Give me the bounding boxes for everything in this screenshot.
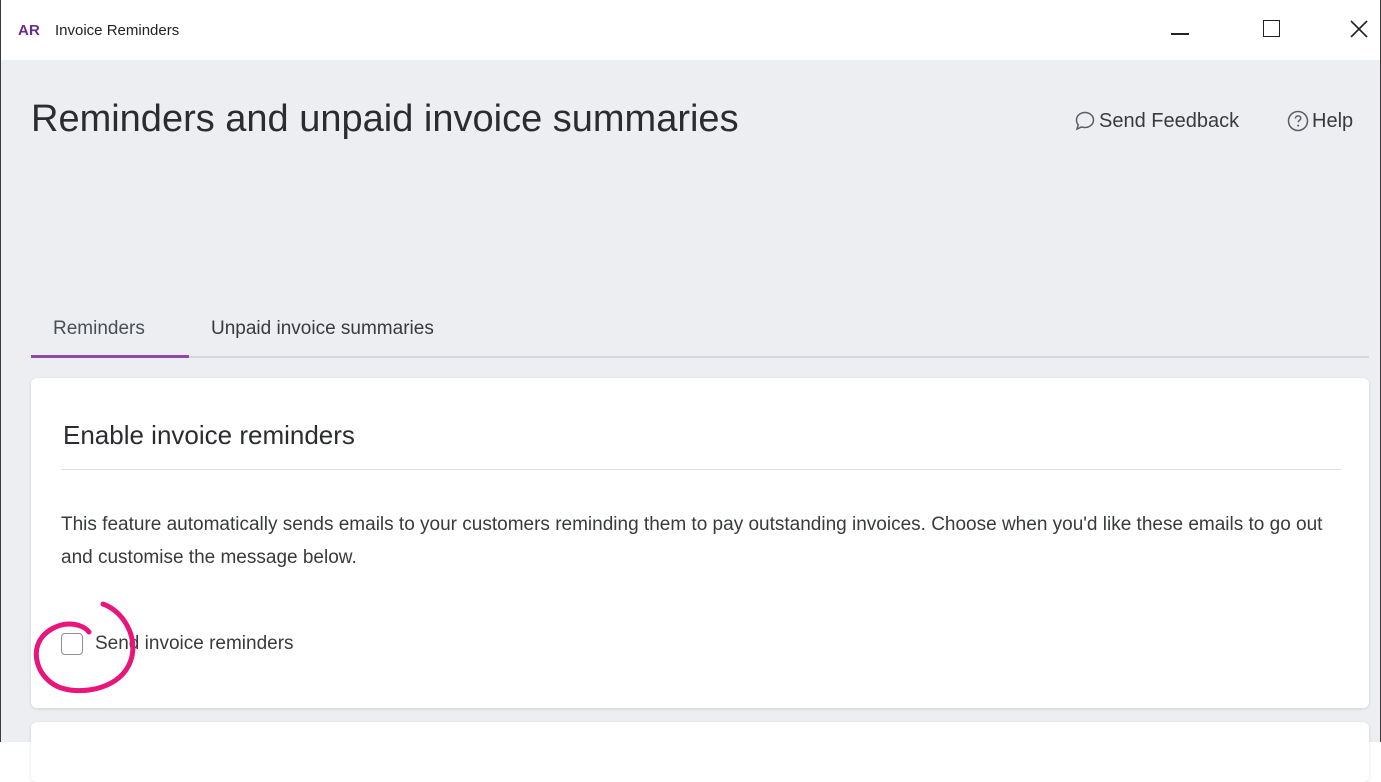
send-reminders-checkbox[interactable] [61, 633, 83, 655]
speech-bubble-icon [1075, 111, 1095, 131]
next-card [31, 722, 1369, 782]
help-link[interactable]: Help [1286, 109, 1353, 133]
send-reminders-label[interactable]: Send invoice reminders [95, 633, 294, 655]
window-title: Invoice Reminders [55, 22, 180, 39]
active-tab-indicator [31, 355, 189, 358]
page-title: Reminders and unpaid invoice summaries [31, 98, 739, 140]
send-feedback-label: Send Feedback [1099, 109, 1240, 132]
tab-unpaid-invoice-summaries[interactable]: Unpaid invoice summaries [211, 318, 434, 340]
send-reminders-option[interactable]: Send invoice reminders [61, 633, 294, 655]
help-label: Help [1312, 109, 1354, 132]
minimize-button[interactable] [1161, 14, 1201, 46]
card-description: This feature automatically sends emails … [61, 514, 1323, 568]
tab-bar-divider [31, 356, 1369, 358]
close-button[interactable] [1339, 14, 1379, 46]
title-bar: AR Invoice Reminders [1, 0, 1380, 60]
card-divider [61, 469, 1341, 470]
tab-bar: Reminders Unpaid invoice summaries [31, 302, 1369, 358]
close-icon [1350, 20, 1368, 38]
send-feedback-link[interactable]: Send Feedback [1073, 109, 1239, 133]
enable-reminders-card: Enable invoice reminders This feature au… [31, 378, 1369, 708]
tab-reminders[interactable]: Reminders [53, 318, 145, 340]
maximize-button[interactable] [1251, 14, 1291, 46]
app-window: AR Invoice Reminders Reminders and unpai… [0, 0, 1381, 782]
question-circle-icon [1287, 110, 1309, 132]
card-title: Enable invoice reminders [63, 420, 355, 450]
app-logo: AR [18, 22, 41, 39]
